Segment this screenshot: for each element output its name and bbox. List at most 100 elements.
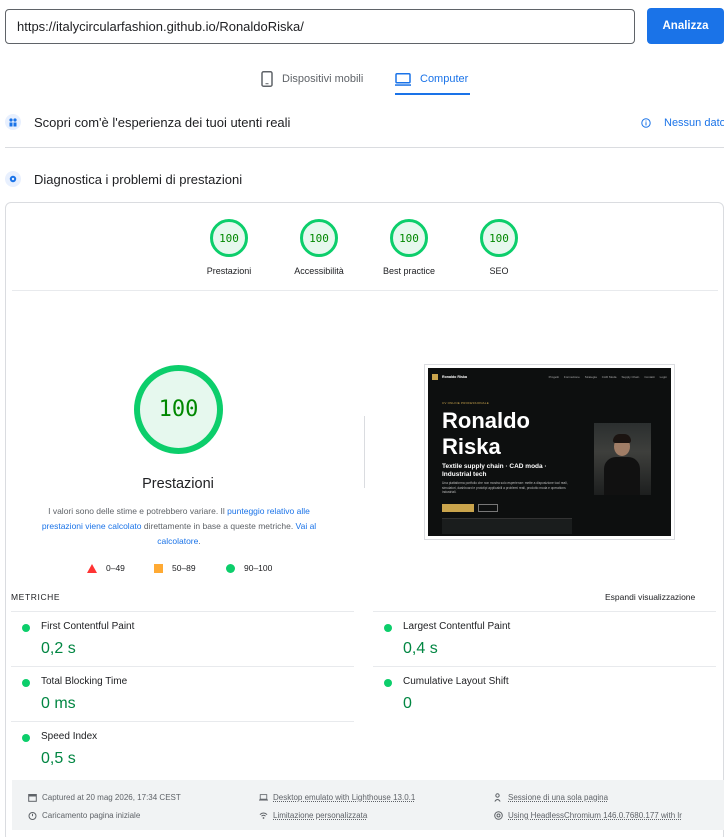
captured-item: Captured at 20 mag 2026, 17:34 CEST — [28, 793, 181, 802]
seo-gauge[interactable]: 100 — [480, 219, 518, 257]
score-description: I valori sono delle stime e potrebbero v… — [30, 504, 328, 549]
pass-icon — [384, 624, 392, 632]
smartphone-icon — [261, 71, 273, 87]
metric-name: Cumulative Layout Shift — [403, 676, 509, 687]
metric-name: First Contentful Paint — [41, 621, 135, 632]
throttling-text: Limitazione personalizzata — [273, 811, 368, 820]
screenshot-brand: Ronaldo Riska — [442, 375, 467, 379]
screenshot-nav-links: Progetti Formazione Strategia CAD Moda S… — [549, 375, 667, 379]
no-data-link[interactable]: Nessun dato — [641, 117, 724, 129]
logo-icon — [432, 374, 438, 380]
legend-fail-label: 0–49 — [106, 563, 125, 573]
analyze-button[interactable]: Analizza — [647, 8, 724, 44]
tab-mobile[interactable]: Dispositivi mobili — [261, 64, 363, 94]
info-icon — [641, 118, 651, 128]
legend-average-label: 50–89 — [172, 563, 196, 573]
captured-text: Captured at 20 mag 2026, 17:34 CEST — [42, 793, 181, 802]
metrics-header: METRICHE — [11, 592, 61, 602]
performance-gauge[interactable]: 100 — [210, 219, 248, 257]
legend-pass: 90–100 — [226, 563, 272, 573]
laptop-icon — [259, 793, 268, 802]
screenshot-nav-link: Login — [659, 375, 667, 379]
tab-desktop[interactable]: Computer — [395, 64, 471, 95]
screenshot-nav-link: CAD Moda — [601, 375, 617, 379]
screenshot-buttons — [442, 504, 522, 512]
description-text: direttamente in base a queste metriche. — [141, 521, 296, 531]
metric-tbt: Total Blocking Time 0 ms — [11, 666, 354, 721]
accessibility-label: Accessibilità — [294, 266, 344, 276]
metric-value: 0,2 s — [41, 640, 76, 657]
metric-fcp: First Contentful Paint 0,2 s — [11, 611, 354, 666]
divider — [5, 147, 724, 148]
screenshot-body: Una piattaforma portfolio che non mostra… — [442, 481, 568, 494]
lab-icon — [5, 171, 21, 187]
browser-text: Using HeadlessChromium 146.0.7680.177 wi… — [508, 811, 682, 820]
best-practices-label: Best practice — [382, 266, 436, 276]
runtime-settings: Captured at 20 mag 2026, 17:34 CEST Cari… — [12, 780, 724, 830]
desktop-icon — [395, 72, 411, 86]
description-text: I valori sono delle stime e potrebbero v… — [48, 506, 228, 516]
screenshot-nav-link: Strategia — [584, 375, 597, 379]
screenshot-link-button — [502, 504, 522, 512]
pass-icon — [22, 734, 30, 742]
metric-si: Speed Index 0,5 s — [11, 721, 354, 776]
screenshot-nav-link: Supply Chain — [621, 375, 640, 379]
emulated-item[interactable]: Desktop emulato with Lighthouse 13.0.1 — [259, 793, 415, 802]
session-item[interactable]: Sessione di una sola pagina — [494, 793, 608, 802]
browser-item[interactable]: Using HeadlessChromium 146.0.7680.177 wi… — [494, 811, 682, 820]
screenshot-name: Ronaldo Riska — [442, 408, 530, 459]
accessibility-gauge[interactable]: 100 — [300, 219, 338, 257]
expand-view-toggle[interactable]: Espandi visualizzazione — [605, 592, 695, 602]
metric-cls: Cumulative Layout Shift 0 — [373, 666, 716, 721]
main-performance-label: Prestazioni — [142, 476, 214, 492]
pass-icon — [384, 679, 392, 687]
screenshot-nav: Ronaldo Riska Progetti Formazione Strate… — [432, 372, 667, 382]
url-input[interactable]: https://italycircularfashion.github.io/R… — [5, 9, 635, 44]
portrait-body — [604, 457, 640, 495]
legend-fail: 0–49 — [87, 563, 125, 573]
final-screenshot[interactable]: Ronaldo Riska Progetti Formazione Strate… — [424, 364, 675, 540]
main-performance-gauge: 100 — [134, 365, 223, 454]
best-practices-gauge[interactable]: 100 — [390, 219, 428, 257]
calendar-icon — [28, 793, 37, 802]
divider — [364, 416, 365, 488]
metric-value: 0,5 s — [41, 750, 76, 767]
screenshot-kicker: CV ONLINE PROFESSIONALE — [442, 401, 489, 405]
seo-label: SEO — [489, 266, 509, 276]
legend-pass-label: 90–100 — [244, 563, 273, 573]
metric-name: Largest Contentful Paint — [403, 621, 511, 632]
metric-name: Speed Index — [41, 731, 98, 742]
square-icon — [154, 563, 163, 573]
no-data-label: Nessun dato — [664, 117, 724, 129]
users-icon — [5, 114, 21, 130]
wifi-icon — [259, 811, 268, 820]
chrome-icon — [494, 811, 503, 820]
lab-data-header: Diagnostica i problemi di prestazioni — [5, 171, 242, 187]
metric-value: 0 — [403, 695, 412, 712]
screenshot-stats — [442, 518, 572, 534]
field-data-header: Scopri com'è l'esperienza dei tuoi utent… — [5, 114, 290, 130]
screenshot-nav-link: Formazione — [563, 375, 580, 379]
tab-desktop-label: Computer — [420, 73, 469, 85]
load-item: Caricamento pagina iniziale — [28, 811, 140, 820]
portrait-image — [594, 423, 651, 495]
screenshot-canvas: Ronaldo Riska Progetti Formazione Strate… — [428, 368, 671, 536]
pass-icon — [22, 679, 30, 687]
person-icon — [494, 793, 503, 802]
load-text: Caricamento pagina iniziale — [42, 811, 141, 820]
divider — [12, 290, 718, 291]
triangle-icon — [87, 563, 97, 573]
screenshot-nav-link: Contatti — [644, 375, 655, 379]
metric-lcp: Largest Contentful Paint 0,4 s — [373, 611, 716, 666]
screenshot-secondary-button — [478, 504, 498, 512]
timer-icon — [28, 811, 37, 820]
portrait-hair — [613, 434, 631, 443]
circle-icon — [226, 563, 235, 573]
screenshot-primary-button — [442, 504, 474, 512]
throttling-item[interactable]: Limitazione personalizzata — [259, 811, 367, 820]
lab-data-title: Diagnostica i problemi di prestazioni — [34, 171, 243, 187]
field-data-title: Scopri com'è l'esperienza dei tuoi utent… — [34, 114, 291, 130]
performance-label: Prestazioni — [206, 266, 252, 276]
metric-name: Total Blocking Time — [41, 676, 128, 687]
screenshot-nav-link: Progetti — [548, 375, 559, 379]
